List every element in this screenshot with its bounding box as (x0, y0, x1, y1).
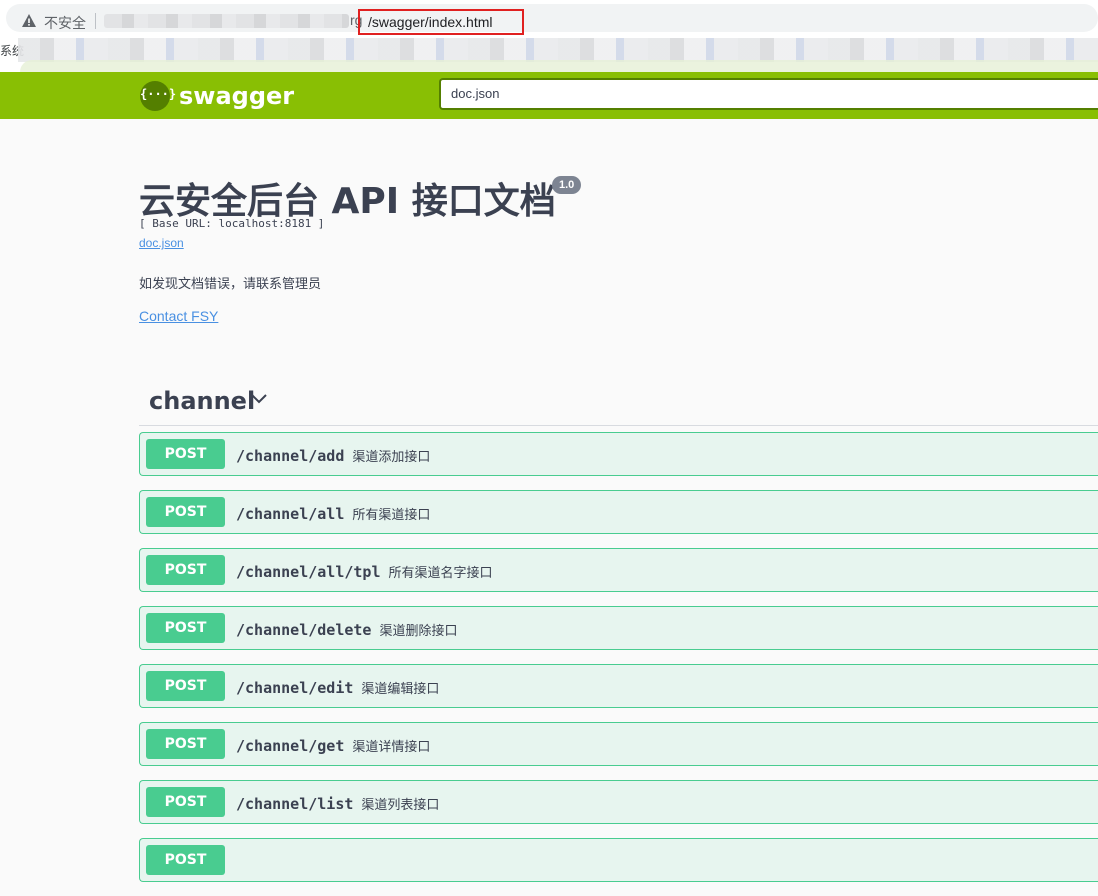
browser-address-bar: 不安全 rg /swagger/index.html (0, 0, 1098, 36)
operations-list: POST /channel/add 渠道添加接口 POST /channel/al… (139, 432, 1098, 896)
spec-url-value: doc.json (451, 86, 500, 101)
operation-row[interactable]: POST /channel/get 渠道详情接口 (139, 722, 1098, 766)
path-text: /channel/add (236, 447, 345, 465)
operation-path: /channel/list 渠道列表接口 (236, 794, 439, 813)
operation-row[interactable]: POST /channel/delete 渠道删除接口 (139, 606, 1098, 650)
logo-text: swagger (179, 82, 295, 110)
method-badge: POST (146, 845, 225, 875)
url-path-highlight: /swagger/index.html (358, 9, 524, 35)
description: 如发现文档错误，请联系管理员 (139, 276, 322, 291)
operation-path: /channel/delete 渠道删除接口 (236, 620, 457, 639)
chevron-down-icon[interactable] (249, 389, 269, 409)
operation-row[interactable]: POST /channel/edit 渠道编辑接口 (139, 664, 1098, 708)
path-text: /channel/list (236, 795, 354, 813)
operation-summary: 渠道添加接口 (352, 450, 431, 465)
operation-row[interactable]: POST /channel/all 所有渠道接口 (139, 490, 1098, 534)
operation-path: /channel/add 渠道添加接口 (236, 446, 430, 465)
warning-icon[interactable] (21, 13, 37, 29)
operation-summary: 所有渠道接口 (352, 508, 431, 523)
operation-summary: 所有渠道名字接口 (388, 566, 493, 581)
omnibox[interactable]: 不安全 rg /swagger/index.html (6, 4, 1098, 35)
bookmarks-bar: 系统 (0, 36, 1098, 74)
logo-glyph: {···} (140, 87, 177, 101)
contact-link[interactable]: Contact FSY (139, 308, 218, 324)
path-text: /channel/all/tpl (236, 563, 381, 581)
method-badge: POST (146, 555, 225, 585)
blurred-domain (104, 14, 349, 28)
operation-summary: 渠道列表接口 (361, 798, 440, 813)
swagger-logo[interactable]: {···} swagger (140, 81, 294, 111)
operation-summary: 渠道编辑接口 (361, 682, 440, 697)
operation-summary: 渠道详情接口 (352, 740, 431, 755)
method-badge: POST (146, 613, 225, 643)
method-badge: POST (146, 439, 225, 469)
operation-path: /channel/all/tpl 所有渠道名字接口 (236, 562, 493, 581)
divider (95, 13, 96, 29)
path-text: /channel/get (236, 737, 345, 755)
operation-path (236, 852, 244, 870)
operation-row[interactable]: POST /channel/list 渠道列表接口 (139, 780, 1098, 824)
spec-url-input[interactable]: doc.json (439, 78, 1098, 110)
blurred-bookmarks (18, 38, 1098, 62)
operation-path: /channel/all 所有渠道接口 (236, 504, 430, 523)
insecure-label[interactable]: 不安全 (44, 13, 86, 33)
url-path[interactable]: /swagger/index.html (368, 14, 493, 30)
method-badge: POST (146, 787, 225, 817)
doc-json-link[interactable]: doc.json (139, 236, 184, 250)
swagger-topbar: {···} swagger doc.json (0, 72, 1098, 119)
operation-summary: 渠道删除接口 (379, 624, 458, 639)
path-text: /channel/delete (236, 621, 372, 639)
base-url: [ Base URL: localhost:8181 ] (139, 217, 325, 230)
path-text: /channel/all (236, 505, 345, 523)
operation-row[interactable]: POST (139, 838, 1098, 882)
tag-name: channel (149, 387, 256, 415)
operation-row[interactable]: POST /channel/add 渠道添加接口 (139, 432, 1098, 476)
path-text: /channel/edit (236, 679, 354, 697)
method-badge: POST (146, 671, 225, 701)
operation-path: /channel/edit 渠道编辑接口 (236, 678, 439, 697)
operation-row[interactable]: POST /channel/all/tpl 所有渠道名字接口 (139, 548, 1098, 592)
swagger-logo-icon: {···} (140, 81, 177, 111)
tag-section-header[interactable]: channel (139, 375, 1098, 426)
method-badge: POST (146, 729, 225, 759)
version-badge: 1.0 (552, 176, 582, 194)
method-badge: POST (146, 497, 225, 527)
operation-path: /channel/get 渠道详情接口 (236, 736, 430, 755)
